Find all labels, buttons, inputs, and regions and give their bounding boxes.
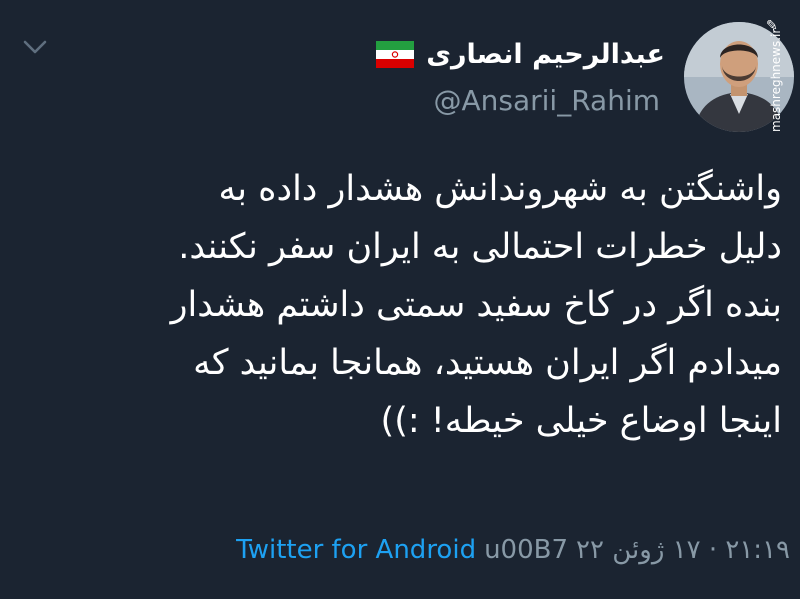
tweet-meta: Twitter for Android u00B7 ۲۱:۱۹ · ۱۷ ژوئ… <box>236 530 790 570</box>
iran-flag-icon <box>376 40 415 68</box>
avatar[interactable] <box>684 22 794 132</box>
author-name-row: عبدالرحیم انصاری <box>376 34 665 74</box>
chevron-down-icon[interactable] <box>22 38 48 56</box>
tweet-text-line: بنده اگر در کاخ سفید سمتی داشتم هشدار <box>170 285 782 325</box>
timestamp[interactable]: ۲۱:۱۹ · ۱۷ ژوئن ۲۲ <box>576 535 790 565</box>
tweet-text-line: اینجا اوضاع خیلی خیطه! :)) <box>380 401 782 441</box>
client-link[interactable]: Twitter for Android <box>236 535 476 565</box>
tweet-text-line: واشنگتن به شهروندانش هشدار داده به <box>218 169 782 209</box>
author-handle[interactable]: @Ansarii_Rahim <box>433 84 660 117</box>
display-name[interactable]: عبدالرحیم انصاری <box>426 39 665 70</box>
meta-separator: u00B7 <box>484 535 569 565</box>
tweet-text-line: دلیل خطرات احتمالی به ایران سفر نکنند. <box>178 227 782 267</box>
tweet-text-line: میدادم اگر ایران هستید، همانجا بمانید که <box>193 343 782 383</box>
tweet-text: واشنگتن به شهروندانش هشدار داده به دلیل … <box>30 160 782 450</box>
